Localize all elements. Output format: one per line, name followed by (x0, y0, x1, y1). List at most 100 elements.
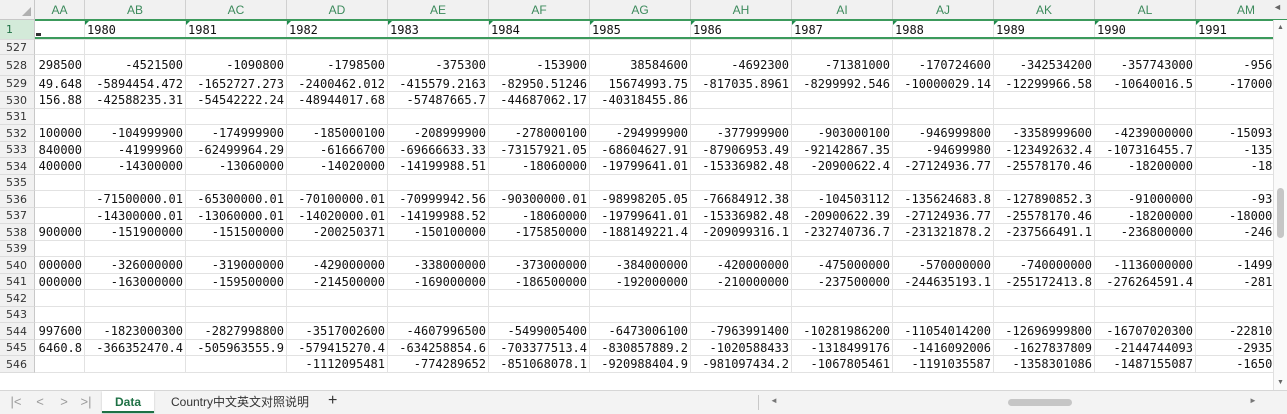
cell-af532[interactable]: -278000100 (489, 125, 590, 142)
cell-ak536[interactable]: -127890852.3 (994, 191, 1095, 208)
cell-ak542[interactable] (994, 290, 1095, 307)
cell-ak546[interactable]: -1358301086 (994, 356, 1095, 373)
row-header-536[interactable]: 536 (0, 191, 35, 208)
cell-ac534[interactable]: -13060000 (186, 158, 287, 175)
cell-ai541[interactable]: -237500000 (792, 274, 893, 290)
cell-aa534[interactable]: 400000 (35, 158, 85, 175)
cell-aa541[interactable]: 000000 (35, 274, 85, 290)
cell-ac537[interactable]: -13060000.01 (186, 208, 287, 224)
cell-ad533[interactable]: -61666700 (287, 142, 388, 158)
cell-ah542[interactable] (691, 290, 792, 307)
column-header-al[interactable]: AL (1095, 0, 1196, 20)
cell-ab528[interactable]: -4521500 (85, 55, 186, 76)
cell-aj539[interactable] (893, 241, 994, 257)
cell-ac538[interactable]: -151500000 (186, 224, 287, 241)
cell-ae532[interactable]: -208999900 (388, 125, 489, 142)
row-header-532[interactable]: 532 (0, 125, 35, 142)
cell-ad537[interactable]: -14020000.01 (287, 208, 388, 224)
cell-aa542[interactable] (35, 290, 85, 307)
cell-al1[interactable]: 1990 (1095, 20, 1196, 40)
cell-af546[interactable]: -851068078.1 (489, 356, 590, 373)
cell-ag542[interactable] (590, 290, 691, 307)
scroll-left-arrow-icon[interactable]: ◄ (1273, 2, 1282, 12)
cell-ac546[interactable] (186, 356, 287, 373)
cell-aa529[interactable]: 49.648 (35, 76, 85, 92)
cell-af544[interactable]: -5499005400 (489, 323, 590, 340)
cell-al528[interactable]: -357743000 (1095, 55, 1196, 76)
cell-ak534[interactable]: -25578170.46 (994, 158, 1095, 175)
cell-aa546[interactable] (35, 356, 85, 373)
cell-al538[interactable]: -236800000 (1095, 224, 1196, 241)
cell-al536[interactable]: -91000000 (1095, 191, 1196, 208)
cell-ab531[interactable] (85, 109, 186, 125)
cell-aa532[interactable]: 100000 (35, 125, 85, 142)
cell-aa539[interactable] (35, 241, 85, 257)
cell-aj531[interactable] (893, 109, 994, 125)
cell-ad535[interactable] (287, 175, 388, 191)
cell-aa545[interactable]: 6460.8 (35, 340, 85, 356)
cell-ac539[interactable] (186, 241, 287, 257)
cell-al541[interactable]: -276264591.4 (1095, 274, 1196, 290)
cell-ae527[interactable] (388, 40, 489, 55)
cell-af537[interactable]: -18060000 (489, 208, 590, 224)
cell-aa540[interactable]: 000000 (35, 257, 85, 274)
cell-ae539[interactable] (388, 241, 489, 257)
vertical-scrollbar[interactable]: ▲ ▼ (1273, 20, 1287, 390)
cell-al532[interactable]: -4239000000 (1095, 125, 1196, 142)
cell-ae542[interactable] (388, 290, 489, 307)
cell-ah534[interactable]: -15336982.48 (691, 158, 792, 175)
cell-ag535[interactable] (590, 175, 691, 191)
scroll-up-arrow-icon[interactable]: ▲ (1277, 24, 1284, 31)
cell-ae528[interactable]: -375300 (388, 55, 489, 76)
cell-ag545[interactable]: -830857889.2 (590, 340, 691, 356)
cell-aj535[interactable] (893, 175, 994, 191)
cell-ag540[interactable]: -384000000 (590, 257, 691, 274)
cell-aj538[interactable]: -231321878.2 (893, 224, 994, 241)
column-header-aj[interactable]: AJ (893, 0, 994, 20)
cell-af531[interactable] (489, 109, 590, 125)
cell-ae1[interactable]: 1983 (388, 20, 489, 40)
cell-af528[interactable]: -153900 (489, 55, 590, 76)
cell-ak539[interactable] (994, 241, 1095, 257)
cell-ah532[interactable]: -377999900 (691, 125, 792, 142)
cell-ak528[interactable]: -342534200 (994, 55, 1095, 76)
cell-ab546[interactable] (85, 356, 186, 373)
cell-ak529[interactable]: -12299966.58 (994, 76, 1095, 92)
row-header-546[interactable]: 546 (0, 356, 35, 373)
vertical-scroll-thumb[interactable] (1277, 188, 1284, 238)
cell-al535[interactable] (1095, 175, 1196, 191)
cell-ak531[interactable] (994, 109, 1095, 125)
column-header-af[interactable]: AF (489, 0, 590, 20)
cell-ac541[interactable]: -159500000 (186, 274, 287, 290)
cell-ac528[interactable]: -1090800 (186, 55, 287, 76)
cell-aj534[interactable]: -27124936.77 (893, 158, 994, 175)
row-header-538[interactable]: 538 (0, 224, 35, 241)
cell-ag539[interactable] (590, 241, 691, 257)
next-sheet-icon[interactable]: > (56, 394, 72, 409)
cell-af533[interactable]: -73157921.05 (489, 142, 590, 158)
cell-ah545[interactable]: -1020588433 (691, 340, 792, 356)
cell-ah543[interactable] (691, 307, 792, 323)
column-header-ai[interactable]: AI (792, 0, 893, 20)
cell-ak533[interactable]: -123492632.4 (994, 142, 1095, 158)
cell-ac1[interactable]: 1981 (186, 20, 287, 40)
cell-ak527[interactable] (994, 40, 1095, 55)
column-header-ae[interactable]: AE (388, 0, 489, 20)
cell-ad532[interactable]: -185000100 (287, 125, 388, 142)
cell-aj532[interactable]: -946999800 (893, 125, 994, 142)
cell-al539[interactable] (1095, 241, 1196, 257)
cell-ad534[interactable]: -14020000 (287, 158, 388, 175)
spreadsheet-grid[interactable]: AA AB AC AD AE AF AG AH AI AJ AK AL AM 1 1980 1981 1982… (0, 0, 1287, 390)
cell-ab544[interactable]: -1823000300 (85, 323, 186, 340)
row-header-540[interactable]: 540 (0, 257, 35, 274)
row-header-527[interactable]: 527 (0, 40, 35, 55)
cell-ak540[interactable]: -740000000 (994, 257, 1095, 274)
cell-ai531[interactable] (792, 109, 893, 125)
cell-ag529[interactable]: 15674993.75 (590, 76, 691, 92)
cell-ac544[interactable]: -2827998800 (186, 323, 287, 340)
cell-af542[interactable] (489, 290, 590, 307)
first-sheet-icon[interactable]: |< (8, 394, 24, 409)
cell-ad546[interactable]: -1112095481 (287, 356, 388, 373)
cell-aj536[interactable]: -135624683.8 (893, 191, 994, 208)
cell-ad541[interactable]: -214500000 (287, 274, 388, 290)
